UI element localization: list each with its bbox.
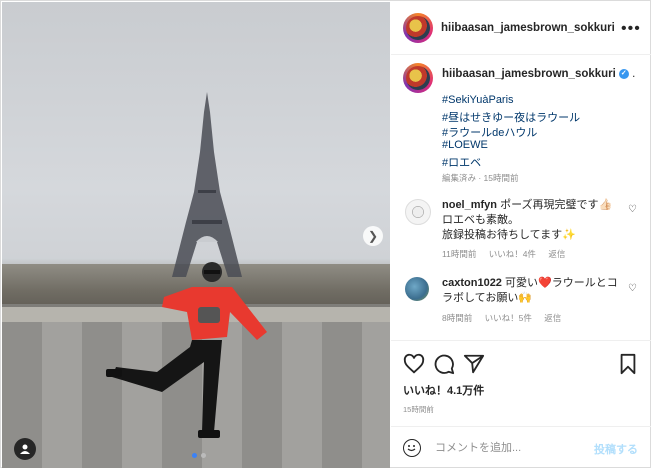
caption-username[interactable]: hiibaasan_jamesbrown_sokkuri ✓ . xyxy=(442,68,635,80)
comment-line: 旅録投稿お待ちしてます✨ xyxy=(442,229,576,241)
user-tag-button[interactable] xyxy=(14,438,36,460)
comment-line: ポーズ再現完璧です👍🏻 xyxy=(500,199,613,211)
caption-username-text[interactable]: hiibaasan_jamesbrown_sokkuri xyxy=(442,68,616,80)
caption-suffix: . xyxy=(632,68,636,80)
comment-time[interactable]: 11時間前 xyxy=(442,249,476,259)
comment-input[interactable] xyxy=(433,437,587,459)
user-tag-icon xyxy=(20,444,30,454)
action-bar xyxy=(391,340,651,386)
hashtag-link[interactable]: #SekiYuàParis xyxy=(442,94,514,106)
chevron-right-icon: ❯ xyxy=(367,229,379,243)
comment-likes[interactable]: いいね！4件 xyxy=(489,249,536,259)
verified-badge-icon: ✓ xyxy=(618,68,629,79)
comment-meta: 8時間前 いいね！5件 返信 xyxy=(442,312,571,324)
reply-button[interactable]: 返信 xyxy=(544,313,561,323)
comment-line: ラボしてお願い🙌 xyxy=(442,292,533,304)
comment-avatar[interactable] xyxy=(405,199,431,225)
comment-likes[interactable]: いいね！5件 xyxy=(485,313,532,323)
post-photo[interactable]: ❯ xyxy=(2,2,390,468)
more-horizontal-icon[interactable]: ••• xyxy=(621,20,641,38)
post-side-panel: hiibaasan_jamesbrown_sokkuri ••• hiibaas… xyxy=(391,2,651,468)
comment-avatar[interactable] xyxy=(405,277,429,301)
share-icon[interactable] xyxy=(463,353,485,375)
carousel-indicator xyxy=(192,453,206,458)
hashtag-link[interactable]: #ロエベ xyxy=(442,154,481,170)
comment-line: 可愛い❤️ラウールとコ xyxy=(505,277,618,289)
emoji-icon[interactable] xyxy=(403,439,421,457)
reply-button[interactable]: 返信 xyxy=(548,249,565,259)
comment-form: 投稿する xyxy=(391,426,651,469)
bookmark-icon[interactable] xyxy=(617,353,639,375)
post-dialog: ❯ hiibaasan_jamesbrown_sokkuri ••• hiiba… xyxy=(0,0,651,468)
comment-time[interactable]: 8時間前 xyxy=(442,313,472,323)
carousel-dot-active xyxy=(192,453,197,458)
hashtag-link[interactable]: #昼はせきゆー夜はラウール xyxy=(442,109,580,125)
comment-text: noel_mfyn ポーズ再現完璧です👍🏻 ロエベも素敵。 旅録投稿お待ちしてま… xyxy=(442,198,622,243)
comment-line: ロエベも素敵。 xyxy=(442,214,519,226)
post-header: hiibaasan_jamesbrown_sokkuri ••• xyxy=(391,2,651,55)
comment-username[interactable]: noel_mfyn xyxy=(442,199,497,211)
like-count[interactable]: いいね！4.1万件 xyxy=(403,382,484,398)
carousel-dot xyxy=(201,453,206,458)
author-username[interactable]: hiibaasan_jamesbrown_sokkuri xyxy=(441,22,615,34)
comment-like-icon[interactable]: ♡ xyxy=(628,283,637,294)
comment-like-icon[interactable]: ♡ xyxy=(628,204,637,215)
post-comment-button[interactable]: 投稿する xyxy=(594,441,638,457)
comment-text: caxton1022 可愛い❤️ラウールとコ ラボしてお願い🙌 xyxy=(442,276,622,306)
posing-person xyxy=(106,262,267,438)
caption-avatar[interactable] xyxy=(403,63,433,93)
author-avatar[interactable] xyxy=(403,13,433,43)
hashtag-link[interactable]: #LOEWE xyxy=(442,139,488,151)
comment-icon[interactable] xyxy=(433,353,455,375)
heart-icon[interactable] xyxy=(403,353,425,375)
post-timestamp: 15時間前 xyxy=(403,405,434,414)
hashtag-link[interactable]: #ラウールdeハウル xyxy=(442,124,537,140)
caption-meta: 編集済み · 15時間前 xyxy=(442,173,519,183)
comment-meta: 11時間前 いいね！4件 返信 xyxy=(442,248,575,260)
next-image-button[interactable]: ❯ xyxy=(363,226,383,246)
comment-username[interactable]: caxton1022 xyxy=(442,277,502,289)
